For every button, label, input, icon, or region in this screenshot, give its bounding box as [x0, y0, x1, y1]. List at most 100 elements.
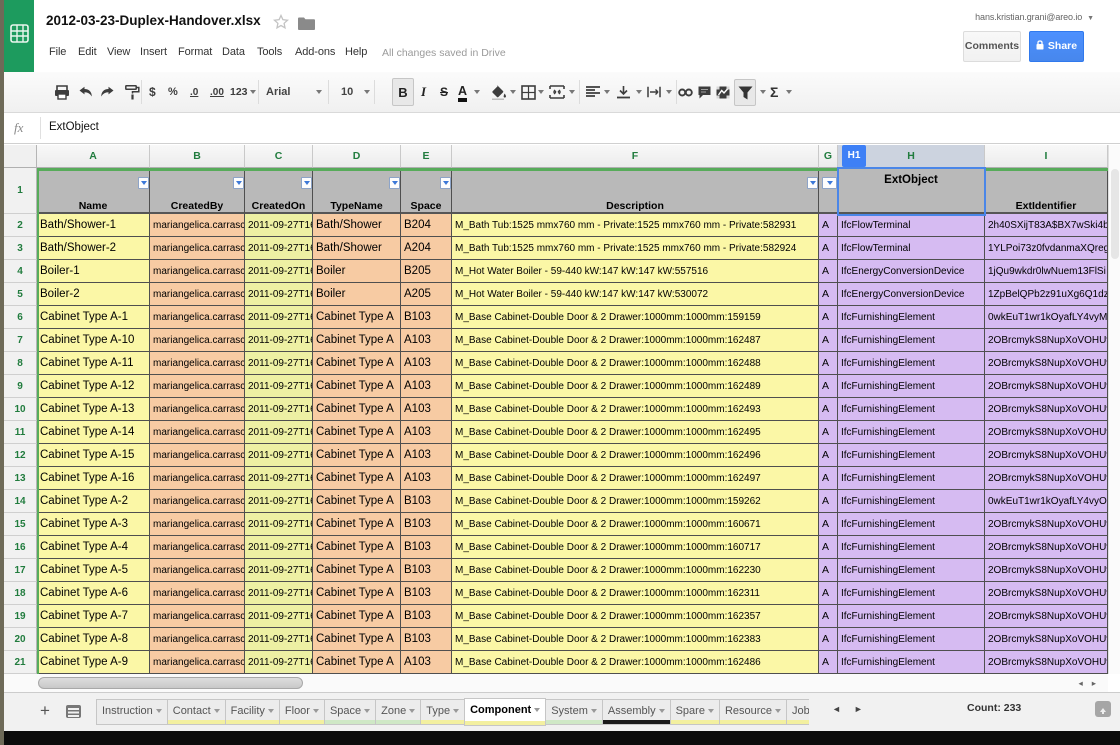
cell-E11[interactable]: A103: [401, 421, 452, 444]
account-menu[interactable]: hans.kristian.grani@areo.io▼: [975, 12, 1094, 22]
cell-I5[interactable]: 1ZpBelQPb2z91uXg6Q1dzp: [985, 283, 1108, 306]
cell-H16[interactable]: IfcFurnishingElement: [838, 536, 985, 559]
cell-B2[interactable]: mariangelica.carrasco: [150, 214, 245, 237]
cell-C3[interactable]: 2011-09-27T16:: [245, 237, 313, 260]
cell-D9[interactable]: Cabinet Type A: [313, 375, 401, 398]
menu-help[interactable]: Help: [345, 46, 367, 58]
cell-C12[interactable]: 2011-09-27T16:: [245, 444, 313, 467]
cell-H8[interactable]: IfcFurnishingElement: [838, 352, 985, 375]
cell-C18[interactable]: 2011-09-27T16:: [245, 582, 313, 605]
cell-F18[interactable]: M_Base Cabinet-Double Door & 2 Drawer:10…: [452, 582, 819, 605]
cell-E2[interactable]: B204: [401, 214, 452, 237]
cell-C16[interactable]: 2011-09-27T16:: [245, 536, 313, 559]
cell-F11[interactable]: M_Base Cabinet-Double Door & 2 Drawer:10…: [452, 421, 819, 444]
cell-B17[interactable]: mariangelica.carrasco: [150, 559, 245, 582]
row-number-18[interactable]: 18: [4, 582, 37, 605]
dropdown-caret-icon[interactable]: [569, 90, 575, 94]
cell-D5[interactable]: Boiler: [313, 283, 401, 306]
text-color-button[interactable]: A: [458, 84, 467, 102]
functions-button[interactable]: Σ: [770, 72, 778, 112]
cell-F19[interactable]: M_Base Cabinet-Double Door & 2 Drawer:10…: [452, 605, 819, 628]
cell-D17[interactable]: Cabinet Type A: [313, 559, 401, 582]
column-header-G[interactable]: G: [819, 145, 838, 168]
header-cell-Name[interactable]: Name: [37, 168, 150, 214]
cell-E15[interactable]: B103: [401, 513, 452, 536]
cell-D15[interactable]: Cabinet Type A: [313, 513, 401, 536]
sheet-tab-resource[interactable]: Resource: [719, 699, 787, 725]
cell-H9[interactable]: IfcFurnishingElement: [838, 375, 985, 398]
borders-button[interactable]: [521, 72, 536, 112]
row-number-5[interactable]: 5: [4, 283, 37, 306]
comments-button[interactable]: Comments: [963, 31, 1021, 62]
sheet-tab-space[interactable]: Space: [324, 699, 376, 725]
cell-I4[interactable]: 1jQu9wkdr0lwNuem13FlSi: [985, 260, 1108, 283]
cell-I12[interactable]: 2OBrcmykS8NupXoVOHUv: [985, 444, 1108, 467]
cell-B16[interactable]: mariangelica.carrasco: [150, 536, 245, 559]
text-wrap-button[interactable]: [647, 72, 661, 112]
column-header-C[interactable]: C: [245, 145, 313, 168]
cell-I14[interactable]: 0wkEuT1wr1kOyafLY4vyOr: [985, 490, 1108, 513]
dropdown-caret-icon[interactable]: [636, 90, 642, 94]
cell-B11[interactable]: mariangelica.carrasco: [150, 421, 245, 444]
cell-B8[interactable]: mariangelica.carrasco: [150, 352, 245, 375]
cell-F16[interactable]: M_Base Cabinet-Double Door & 2 Drawer:10…: [452, 536, 819, 559]
cell-G17[interactable]: A: [819, 559, 838, 582]
row-number-21[interactable]: 21: [4, 651, 37, 674]
cell-C2[interactable]: 2011-09-27T16:: [245, 214, 313, 237]
decrease-decimals-button[interactable]: .0: [190, 72, 198, 112]
paint-format-icon[interactable]: [125, 72, 140, 112]
horizontal-align-button[interactable]: [586, 72, 600, 112]
cell-H7[interactable]: IfcFurnishingElement: [838, 329, 985, 352]
cell-A20[interactable]: Cabinet Type A-8: [37, 628, 150, 651]
cell-I11[interactable]: 2OBrcmykS8NupXoVOHUv: [985, 421, 1108, 444]
cell-F13[interactable]: M_Base Cabinet-Double Door & 2 Drawer:10…: [452, 467, 819, 490]
cell-C11[interactable]: 2011-09-27T16:: [245, 421, 313, 444]
cell-G2[interactable]: A: [819, 214, 838, 237]
filter-dropdown-E[interactable]: [440, 177, 451, 189]
insert-comment-button[interactable]: [698, 72, 711, 112]
cell-C15[interactable]: 2011-09-27T16:: [245, 513, 313, 536]
cell-A14[interactable]: Cabinet Type A-2: [37, 490, 150, 513]
cell-F7[interactable]: M_Base Cabinet-Double Door & 2 Drawer:10…: [452, 329, 819, 352]
cell-B13[interactable]: mariangelica.carrasco: [150, 467, 245, 490]
add-sheet-button[interactable]: +: [40, 701, 50, 721]
cell-E9[interactable]: A103: [401, 375, 452, 398]
filter-dropdown-G[interactable]: [822, 177, 837, 189]
cell-H18[interactable]: IfcFurnishingElement: [838, 582, 985, 605]
menu-data[interactable]: Data: [222, 46, 245, 58]
sheet-tab-system[interactable]: System: [545, 699, 603, 725]
popout-icon[interactable]: [1095, 701, 1111, 717]
share-button[interactable]: Share: [1029, 31, 1084, 62]
cell-E7[interactable]: A103: [401, 329, 452, 352]
menu-addons[interactable]: Add-ons: [295, 46, 335, 58]
dropdown-caret-icon[interactable]: [760, 90, 766, 94]
tab-scroll-arrows[interactable]: ◄►: [832, 704, 876, 714]
sheet-tab-type[interactable]: Type: [420, 699, 465, 725]
cell-C8[interactable]: 2011-09-27T16:: [245, 352, 313, 375]
sheet-tab-menu-icon[interactable]: [775, 709, 781, 713]
font-size-select[interactable]: 10: [341, 72, 353, 112]
cell-A21[interactable]: Cabinet Type A-9: [37, 651, 150, 674]
redo-icon[interactable]: [100, 72, 116, 112]
cell-F14[interactable]: M_Base Cabinet-Double Door & 2 Drawer:10…: [452, 490, 819, 513]
cell-B6[interactable]: mariangelica.carrasco: [150, 306, 245, 329]
cell-G4[interactable]: A: [819, 260, 838, 283]
cell-D16[interactable]: Cabinet Type A: [313, 536, 401, 559]
cell-D20[interactable]: Cabinet Type A: [313, 628, 401, 651]
dropdown-caret-icon[interactable]: [474, 90, 480, 94]
menu-tools[interactable]: Tools: [257, 46, 282, 58]
sheet-tab-component[interactable]: Component: [464, 698, 546, 726]
cell-B9[interactable]: mariangelica.carrasco: [150, 375, 245, 398]
cell-I10[interactable]: 2OBrcmykS8NupXoVOHUv: [985, 398, 1108, 421]
filter-dropdown-A[interactable]: [138, 177, 149, 189]
cell-G14[interactable]: A: [819, 490, 838, 513]
cell-B19[interactable]: mariangelica.carrasco: [150, 605, 245, 628]
cell-A10[interactable]: Cabinet Type A-13: [37, 398, 150, 421]
cell-G20[interactable]: A: [819, 628, 838, 651]
horizontal-scrollbar[interactable]: ◂▸: [4, 674, 1108, 692]
dropdown-caret-icon[interactable]: [250, 90, 256, 94]
cell-H13[interactable]: IfcFurnishingElement: [838, 467, 985, 490]
format-percent-button[interactable]: %: [168, 72, 178, 112]
row-number-14[interactable]: 14: [4, 490, 37, 513]
row-number-13[interactable]: 13: [4, 467, 37, 490]
